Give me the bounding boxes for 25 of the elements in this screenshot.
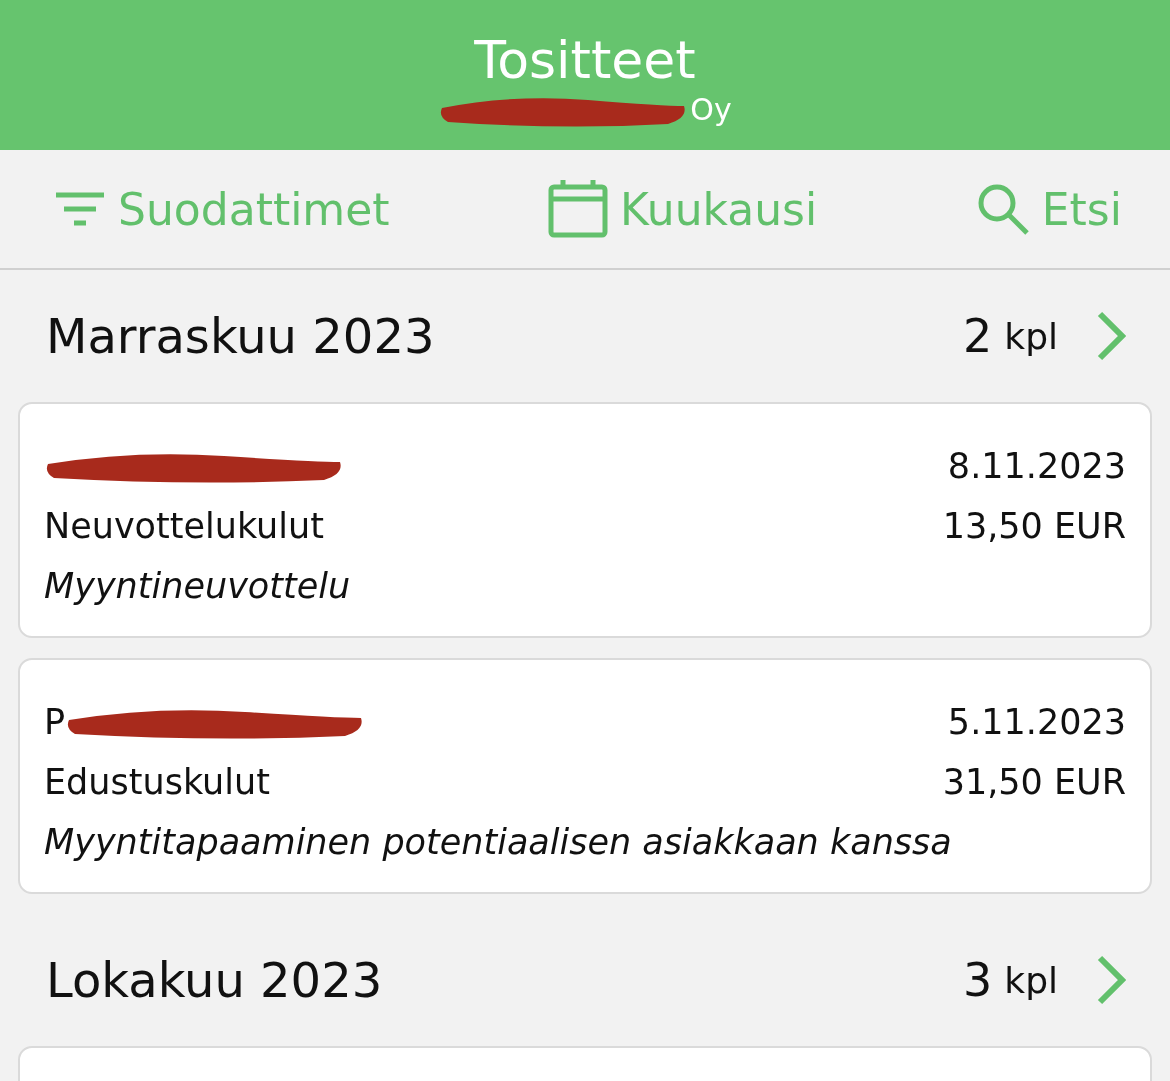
filter-button[interactable]: Suodattimet: [54, 183, 390, 235]
month-heading: Marraskuu 2023: [46, 308, 435, 364]
count-unit: kpl: [1004, 959, 1058, 1001]
month-heading: Lokakuu 2023: [46, 952, 383, 1008]
chevron-right-icon[interactable]: [1096, 954, 1126, 1006]
calendar-button[interactable]: Kuukausi: [548, 179, 818, 239]
page-title: Tositteet: [474, 32, 696, 90]
expense-category: Edustuskulut: [44, 761, 271, 804]
receipt-note: Myyntineuvottelu: [44, 565, 352, 608]
receipt-card[interactable]: 8.11.2023 Neuvottelukulut 13,50 EUR Myyntineuvottelu: [18, 402, 1152, 638]
count-unit: kpl: [1004, 315, 1058, 357]
receipt-count: 3: [963, 953, 993, 1007]
calendar-icon: [548, 179, 609, 239]
vendor-name: P: [44, 701, 66, 744]
search-button[interactable]: Etsi: [975, 182, 1122, 236]
receipt-note: Myyntitapaaminen potentiaalisen asiakkaan kanssa: [44, 821, 953, 864]
receipt-amount: 13,50 EUR: [942, 505, 1126, 548]
expense-category: Neuvottelukulut: [44, 505, 325, 548]
receipt-count: 2: [963, 309, 993, 363]
receipt-date: 5.11.2023: [946, 701, 1126, 744]
receipt-card[interactable]: P 5.11.2023 Edustuskulut 31,50 EUR Myyntitapaaminen potentiaalisen asiakkaan kanssa: [18, 658, 1152, 894]
company-name: Oy: [690, 92, 732, 128]
receipt-amount: 31,50 EUR: [942, 761, 1126, 804]
chevron-right-icon[interactable]: [1096, 310, 1126, 362]
receipt-date: 8.11.2023: [946, 445, 1126, 488]
